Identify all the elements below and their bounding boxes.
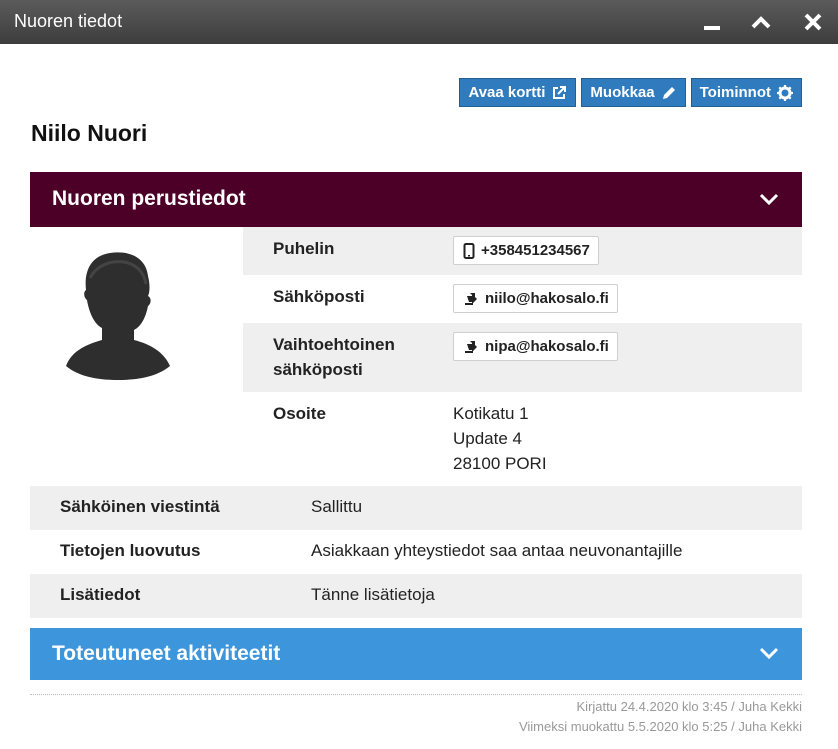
alt-email-row: Vaihtoehtoinen sähköposti nipa@hakosalo.…	[243, 323, 802, 392]
data-disclosure-value: Asiakkaan yhteystiedot saa antaa neuvona…	[311, 541, 683, 560]
address-row: Osoite Kotikatu 1 Update 4 28100 PORI	[243, 392, 802, 486]
additional-info-label: Lisätiedot	[60, 585, 141, 604]
basic-info-title: Nuoren perustiedot	[52, 187, 246, 210]
address-line2: Update 4	[453, 429, 522, 448]
email-label: Sähköposti	[273, 287, 365, 306]
avatar	[66, 252, 170, 380]
pencil-icon	[662, 86, 675, 99]
minimize-icon	[704, 26, 720, 30]
window-titlebar: Nuoren tiedot	[0, 0, 838, 44]
footer-divider	[30, 694, 802, 695]
alt-email-label-line2: sähköposti	[273, 360, 363, 379]
basic-info-section-header[interactable]: Nuoren perustiedot	[30, 172, 802, 227]
address-line1: Kotikatu 1	[453, 404, 529, 423]
activities-title: Toteutuneet aktiviteetit	[52, 642, 281, 665]
alt-email-label: Vaihtoehtoinen sähköposti	[273, 332, 395, 382]
gear-icon	[777, 84, 793, 101]
collapse-button[interactable]	[747, 8, 775, 36]
additional-info-row: Lisätiedot Tänne lisätietoja	[30, 574, 802, 618]
action-toolbar: Avaa kortti Muokkaa Toiminnot	[459, 78, 802, 107]
person-name: Niilo Nuori	[31, 120, 148, 146]
alt-email-value: nipa@hakosalo.fi	[485, 338, 609, 355]
email-value: niilo@hakosalo.fi	[485, 290, 609, 307]
modified-info: Viimeksi muokattu 5.5.2020 klo 5:25 / Ju…	[518, 719, 802, 734]
phone-value: +358451234567	[481, 242, 590, 259]
phone-row: Puhelin +358451234567	[243, 227, 802, 275]
close-icon	[804, 13, 822, 31]
electronic-comm-row: Sähköinen viestintä Sallittu	[30, 486, 802, 530]
functions-label: Toiminnot	[699, 84, 771, 101]
minimize-button[interactable]	[698, 8, 726, 36]
edit-button[interactable]: Muokkaa	[581, 78, 686, 107]
mail-send-icon	[465, 340, 477, 353]
data-disclosure-label: Tietojen luovutus	[60, 541, 201, 560]
email-row: Sähköposti niilo@hakosalo.fi	[243, 275, 802, 323]
additional-info-value: Tänne lisätietoja	[311, 585, 435, 604]
data-disclosure-row: Tietojen luovutus Asiakkaan yhteystiedot…	[30, 530, 802, 574]
mobile-phone-icon	[463, 242, 475, 259]
open-card-button[interactable]: Avaa kortti	[459, 78, 577, 107]
functions-button[interactable]: Toiminnot	[690, 78, 802, 107]
electronic-comm-label: Sähköinen viestintä	[60, 497, 220, 516]
alt-email-label-line1: Vaihtoehtoinen	[273, 335, 395, 354]
activities-section-header[interactable]: Toteutuneet aktiviteetit	[30, 628, 802, 680]
window-title: Nuoren tiedot	[14, 11, 123, 31]
edit-label: Muokkaa	[590, 84, 655, 101]
address-label: Osoite	[273, 404, 326, 423]
address-value: Kotikatu 1 Update 4 28100 PORI	[453, 401, 547, 476]
created-info: Kirjattu 24.4.2020 klo 3:45 / Juha Kekki	[576, 699, 802, 714]
address-line3: 28100 PORI	[453, 454, 547, 473]
open-card-label: Avaa kortti	[468, 84, 546, 101]
collapse-up-icon	[751, 16, 771, 29]
external-link-icon	[553, 85, 567, 99]
electronic-comm-value: Sallittu	[311, 497, 363, 516]
close-button[interactable]	[799, 8, 827, 36]
email-chip[interactable]: niilo@hakosalo.fi	[453, 284, 618, 313]
alt-email-chip[interactable]: nipa@hakosalo.fi	[453, 332, 618, 361]
phone-label: Puhelin	[273, 239, 335, 258]
chevron-down-icon	[759, 193, 779, 206]
mail-send-icon	[465, 292, 477, 305]
phone-chip[interactable]: +358451234567	[453, 236, 599, 265]
chevron-down-icon	[759, 647, 779, 660]
